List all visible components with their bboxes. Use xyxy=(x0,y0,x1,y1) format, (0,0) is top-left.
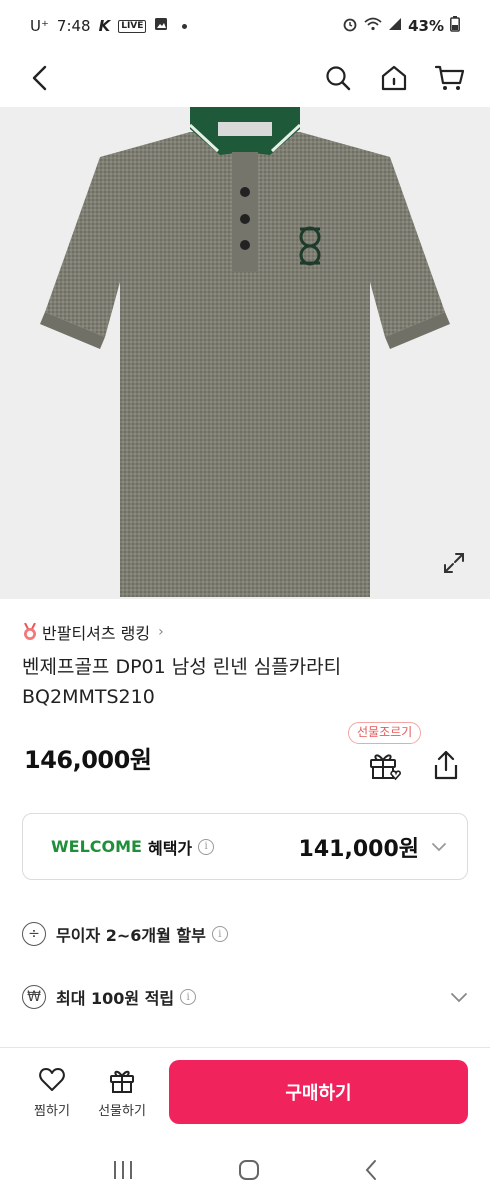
medal-icon xyxy=(24,623,36,640)
expand-icon[interactable] xyxy=(442,551,466,575)
divide-icon: ÷ xyxy=(22,922,46,946)
gift-request-tag[interactable]: 선물조르기 xyxy=(348,722,422,744)
installment-label: 무이자 2~6개월 할부 xyxy=(56,926,206,945)
gift-icon[interactable] xyxy=(367,748,401,782)
welcome-price: 141,000원 xyxy=(298,836,419,862)
chevron-right-icon: › xyxy=(158,624,164,640)
wifi-icon xyxy=(364,17,382,35)
won-icon: ₩ xyxy=(22,985,46,1009)
alarm-icon xyxy=(342,16,358,36)
info-icon[interactable]: i xyxy=(180,989,197,1005)
bottom-action-bar: 찜하기 선물하기 구매하기 xyxy=(0,1047,490,1139)
home-button[interactable] xyxy=(374,58,414,98)
gift-box-icon xyxy=(110,1070,134,1093)
clock: 7:48 xyxy=(56,17,91,35)
gift-label: 선물하기 xyxy=(98,1104,146,1119)
ranking-link[interactable]: 반팔티셔츠 랭킹 › xyxy=(22,620,468,644)
gallery-icon xyxy=(154,17,168,35)
ranking-label: 반팔티셔츠 랭킹 xyxy=(42,624,151,643)
product-info: 반팔티셔츠 랭킹 › 벤제프골프 DP01 남성 린넨 심플카라티 BQ2MMT… xyxy=(22,620,468,712)
welcome-label: WELCOME xyxy=(51,837,142,856)
wish-button[interactable]: 찜하기 xyxy=(22,1066,82,1119)
price-row: 146,000원 선물조르기 xyxy=(22,722,468,792)
search-icon xyxy=(326,66,351,91)
share-icon[interactable] xyxy=(432,750,460,780)
live-badge: LIVE xyxy=(118,19,147,33)
installment-benefit: ÷ 무이자 2~6개월 할부 i xyxy=(22,919,468,949)
product-name-line2: BQ2MMTS210 xyxy=(22,686,155,708)
points-label: 최대 100원 적립 xyxy=(56,989,175,1008)
home-nav-icon[interactable] xyxy=(237,1158,261,1182)
chevron-left-icon xyxy=(32,65,47,91)
welcome-sub-label: 혜택가 xyxy=(147,838,193,858)
recent-apps-icon[interactable] xyxy=(111,1159,135,1181)
cart-icon xyxy=(434,65,465,90)
points-benefit[interactable]: ₩ 최대 100원 적립 i xyxy=(22,982,468,1012)
chevron-down-icon[interactable] xyxy=(450,991,468,1003)
system-nav-bar xyxy=(0,1139,490,1200)
status-left: U⁺ 7:48 K LIVE xyxy=(30,17,188,35)
product-name-line1: 벤제프골프 DP01 남성 린넨 심플카라티 xyxy=(22,656,342,678)
back-nav-icon[interactable] xyxy=(363,1158,379,1182)
back-button[interactable] xyxy=(20,58,60,98)
status-right: 43% xyxy=(342,16,460,36)
status-bar: U⁺ 7:48 K LIVE 43% xyxy=(0,0,490,52)
buy-button[interactable]: 구매하기 xyxy=(169,1060,468,1124)
carrier-label: U⁺ xyxy=(30,17,49,35)
home-icon xyxy=(381,65,407,91)
battery-icon xyxy=(450,16,460,36)
product-name: 벤제프골프 DP01 남성 린넨 심플카라티 BQ2MMTS210 xyxy=(22,652,468,712)
signal-icon xyxy=(388,17,402,35)
cart-button[interactable] xyxy=(430,58,470,98)
product-price: 146,000원 xyxy=(24,746,152,774)
polo-shirt-image xyxy=(40,107,450,597)
heart-icon xyxy=(39,1068,65,1091)
wish-label: 찜하기 xyxy=(34,1104,70,1119)
chevron-down-icon xyxy=(432,842,446,851)
top-nav xyxy=(0,52,490,104)
k-icon: K xyxy=(98,17,111,35)
battery-label: 43% xyxy=(408,17,444,35)
product-image[interactable] xyxy=(0,107,490,599)
welcome-price-box[interactable]: WELCOME 혜택가 i 141,000원 xyxy=(22,813,468,880)
info-icon[interactable]: i xyxy=(211,926,228,942)
info-icon[interactable]: i xyxy=(198,838,215,855)
notification-dot-icon xyxy=(182,23,188,29)
search-button[interactable] xyxy=(318,58,358,98)
gift-button[interactable]: 선물하기 xyxy=(92,1066,152,1119)
